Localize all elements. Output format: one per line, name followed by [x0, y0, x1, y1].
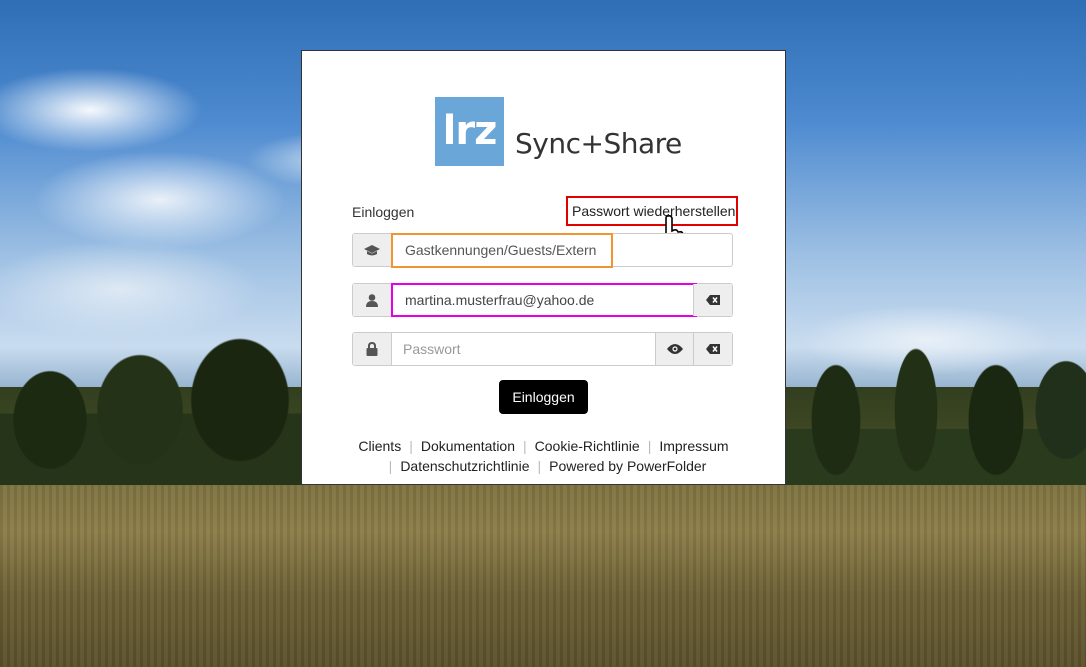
password-addon: [353, 333, 392, 365]
backspace-icon: [706, 295, 720, 305]
footer-link-clients[interactable]: Clients: [358, 438, 401, 454]
organization-select[interactable]: Gastkennungen/Guests/Extern: [352, 233, 733, 268]
show-password-button[interactable]: [655, 333, 694, 365]
background-trees-left: [0, 320, 310, 490]
footer-link-cookie-policy[interactable]: Cookie-Richtlinie: [535, 438, 640, 454]
password-input[interactable]: Passwort: [391, 333, 656, 365]
graduation-cap-icon: [364, 245, 380, 256]
login-heading: Einloggen: [352, 204, 415, 220]
footer-separator: |: [409, 438, 413, 454]
background-trees-right: [776, 330, 1086, 490]
footer-link-powered-by[interactable]: Powered by PowerFolder: [549, 458, 706, 474]
footer-separator: |: [537, 458, 542, 474]
login-button[interactable]: Einloggen: [499, 380, 588, 414]
organization-value[interactable]: Gastkennungen/Guests/Extern: [391, 233, 613, 268]
clear-password-button[interactable]: [693, 333, 732, 365]
lock-icon: [366, 342, 378, 356]
password-row: Passwort: [352, 332, 733, 366]
footer-line-2: | Datenschutzrichtlinie | Powered by PowerF…: [302, 456, 785, 476]
username-addon: [353, 284, 392, 316]
username-input[interactable]: martina.musterfrau@yahoo.de: [391, 283, 697, 317]
logo-text: Sync+Share: [515, 127, 682, 160]
clear-username-button[interactable]: [693, 284, 732, 316]
footer-links: Clients | Dokumentation | Cookie-Richtlinie |…: [302, 436, 785, 476]
username-row: martina.musterfrau@yahoo.de: [352, 283, 733, 317]
user-icon: [366, 293, 378, 307]
footer-separator: |: [388, 458, 393, 474]
footer-link-privacy-policy[interactable]: Datenschutzrichtlinie: [400, 458, 529, 474]
eye-icon: [667, 344, 683, 354]
footer-separator: |: [523, 438, 527, 454]
lrz-sync-share-logo: lrz Sync+Share: [435, 97, 682, 167]
reset-password-link[interactable]: Passwort wiederherstellen: [566, 196, 738, 226]
background-meadow: [0, 485, 1086, 667]
footer-link-imprint[interactable]: Impressum: [659, 438, 728, 454]
footer-separator: |: [647, 438, 652, 454]
lrz-logo-mark: lrz: [435, 97, 504, 166]
login-panel: lrz Sync+Share Einloggen Passwort wieder…: [301, 50, 786, 485]
backspace-icon: [706, 344, 720, 354]
footer-line-1: Clients | Dokumentation | Cookie-Richtlinie |…: [302, 436, 785, 456]
footer-link-documentation[interactable]: Dokumentation: [421, 438, 515, 454]
organization-addon: [353, 234, 392, 266]
